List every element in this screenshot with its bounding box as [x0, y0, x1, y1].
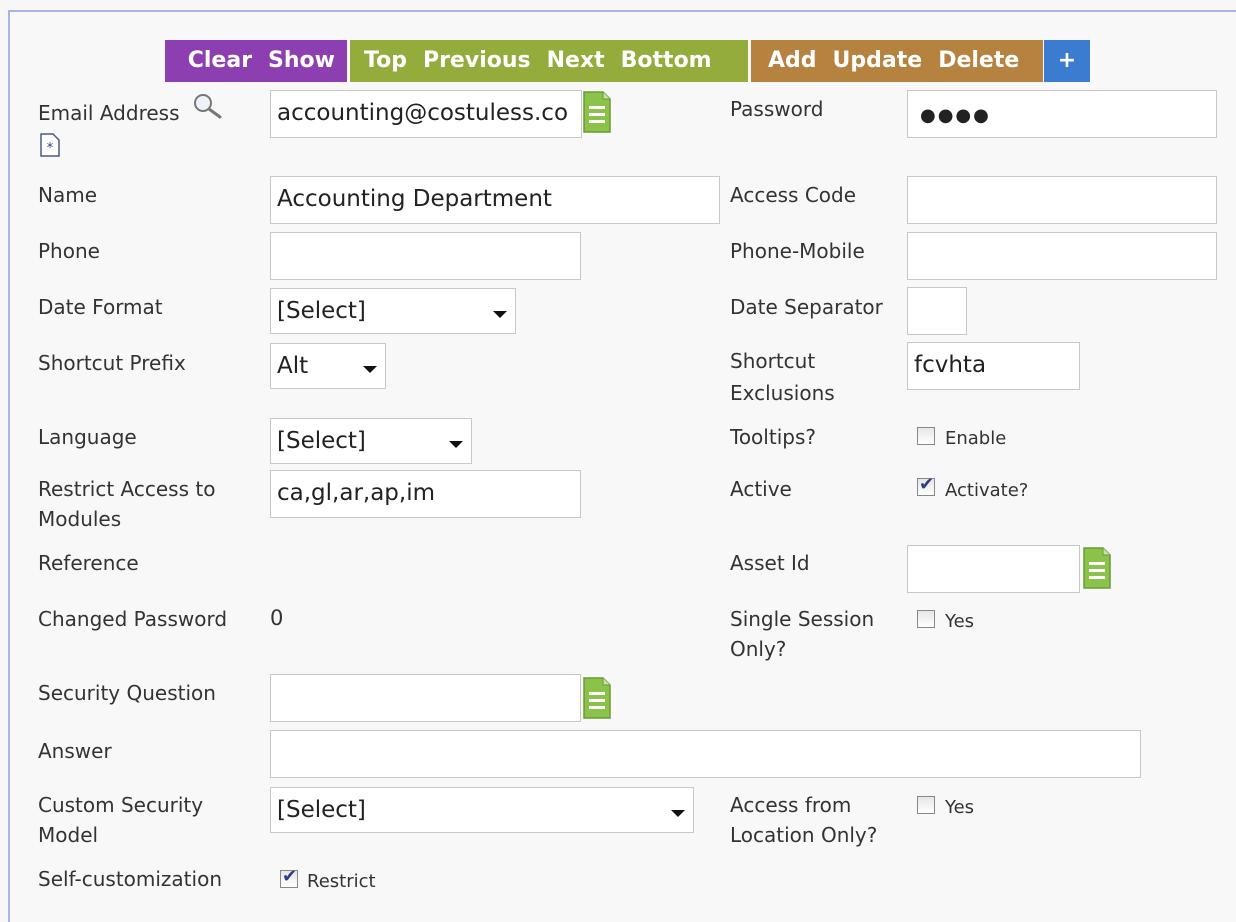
custom-security-select[interactable]: [Select] [270, 787, 694, 833]
reference-label: Reference [38, 551, 139, 575]
phone-mobile-label: Phone-Mobile [730, 239, 865, 263]
chevron-down-icon [493, 311, 507, 318]
self-customization-option-label: Restrict [307, 871, 376, 892]
single-session-label-line1: Single Session [730, 607, 875, 631]
access-code-input[interactable] [907, 176, 1217, 224]
plus-button[interactable]: + [1044, 40, 1090, 82]
next-button[interactable]: Next [539, 40, 613, 82]
active-option-label: Activate? [945, 480, 1029, 501]
toolbar-group-green: Top Previous Next Bottom [350, 40, 748, 82]
access-location-option-label: Yes [945, 797, 975, 818]
bottom-button[interactable]: Bottom [613, 40, 720, 82]
shortcut-exclusions-input[interactable]: fcvhta [907, 342, 1080, 390]
password-label: Password [730, 97, 824, 121]
active-label: Active [730, 477, 792, 501]
restrict-access-label-line2: Modules [38, 507, 122, 528]
custom-security-label-line2: Model [38, 823, 99, 847]
chevron-down-icon [671, 810, 685, 817]
date-format-label: Date Format [38, 295, 163, 319]
single-session-checkbox[interactable] [917, 610, 935, 628]
add-button[interactable]: Add [760, 40, 825, 82]
changed-password-value: 0 [270, 606, 284, 630]
language-select[interactable]: [Select] [270, 418, 472, 464]
phone-label: Phone [38, 239, 100, 263]
asset-id-input[interactable] [907, 545, 1080, 593]
name-label: Name [38, 183, 98, 207]
show-button[interactable]: Show [260, 40, 343, 82]
language-label: Language [38, 425, 137, 449]
self-customization-checkbox[interactable] [280, 866, 298, 888]
language-value: [Select] [277, 428, 366, 454]
chevron-down-icon [363, 366, 377, 373]
single-session-label-line2: Only? [730, 637, 787, 661]
new-document-icon[interactable]: * [40, 133, 60, 157]
update-button[interactable]: Update [825, 40, 931, 82]
changed-password-label: Changed Password [38, 607, 228, 631]
security-question-input[interactable] [270, 674, 581, 722]
phone-mobile-input[interactable] [907, 232, 1217, 280]
single-session-option-label: Yes [945, 611, 975, 632]
shortcut-exclusions-label-line2: Exclusions [730, 381, 835, 405]
self-customization-label: Self-customization [38, 867, 222, 891]
tooltips-label: Tooltips? [730, 425, 816, 449]
plus-label: + [1057, 48, 1077, 73]
toolbar-group-purple: Clear Show [165, 40, 347, 82]
security-question-lookup-icon[interactable] [582, 676, 612, 720]
access-location-checkbox[interactable] [917, 796, 935, 814]
tooltips-checkbox[interactable] [917, 427, 935, 445]
name-input[interactable]: Accounting Department [270, 176, 720, 224]
top-button[interactable]: Top [356, 40, 415, 82]
phone-input[interactable] [270, 232, 581, 280]
access-code-label: Access Code [730, 183, 857, 207]
date-format-select[interactable]: [Select] [270, 288, 516, 334]
date-separator-input[interactable] [907, 287, 967, 335]
asset-id-lookup-icon[interactable] [1082, 546, 1112, 590]
custom-security-label-line1: Custom Security [38, 793, 204, 817]
delete-button[interactable]: Delete [930, 40, 1027, 82]
previous-button[interactable]: Previous [415, 40, 539, 82]
chevron-down-icon [449, 441, 463, 448]
tooltips-option-label: Enable [945, 428, 1007, 449]
active-checkbox[interactable] [917, 474, 935, 496]
date-format-value: [Select] [277, 298, 366, 324]
search-icon[interactable] [192, 92, 224, 120]
asset-id-label: Asset Id [730, 551, 810, 575]
toolbar-group-brown: Add Update Delete [751, 40, 1043, 82]
shortcut-prefix-label: Shortcut Prefix [38, 351, 186, 375]
custom-security-value: [Select] [277, 797, 366, 823]
svg-text:*: * [47, 141, 54, 156]
clear-button[interactable]: Clear [180, 40, 260, 82]
date-separator-label: Date Separator [730, 295, 883, 319]
restrict-access-label-line1: Restrict Access to [38, 477, 216, 501]
shortcut-prefix-select[interactable]: Alt [270, 343, 386, 389]
answer-input[interactable] [270, 730, 1141, 778]
shortcut-prefix-value: Alt [277, 353, 309, 379]
access-location-label-line2: Location Only? [730, 823, 878, 847]
restrict-access-input[interactable]: ca,gl,ar,ap,im [270, 470, 581, 518]
security-question-label: Security Question [38, 681, 216, 705]
form-frame [8, 10, 1236, 922]
answer-label: Answer [38, 739, 112, 763]
email-lookup-icon[interactable] [582, 90, 612, 134]
email-label: Email Address [38, 101, 180, 125]
shortcut-exclusions-label-line1: Shortcut [730, 349, 816, 373]
email-input[interactable]: accounting@costuless.co [270, 90, 582, 138]
password-input[interactable]: ●●●● [907, 90, 1217, 138]
access-location-label-line1: Access from [730, 793, 852, 817]
